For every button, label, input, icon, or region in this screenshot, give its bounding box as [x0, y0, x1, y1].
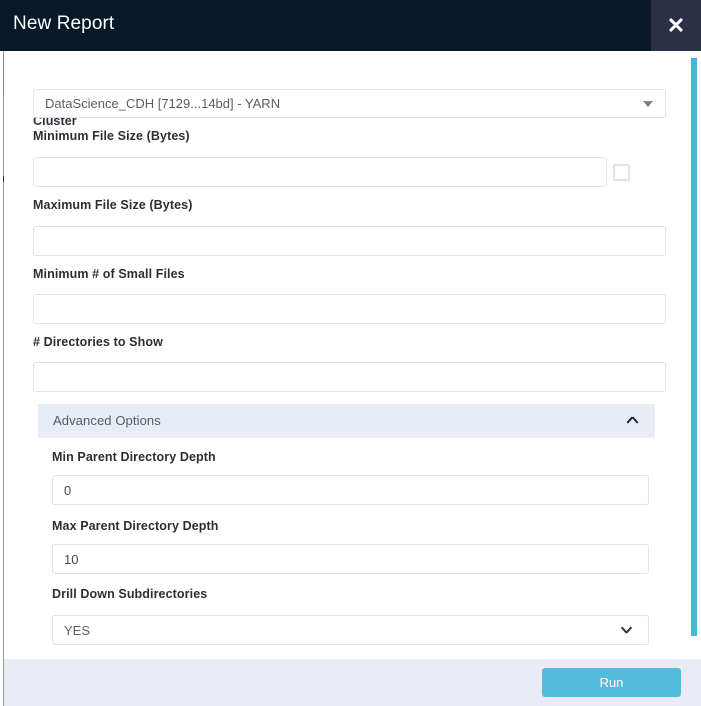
page-title: New Report	[13, 13, 115, 34]
drill-down-select[interactable]: YES	[52, 615, 649, 645]
max-file-size-input[interactable]	[33, 226, 666, 256]
advanced-options-toggle[interactable]: Advanced Options	[38, 404, 655, 438]
chevron-up-icon	[627, 417, 638, 424]
min-file-size-checkbox[interactable]	[613, 164, 630, 181]
min-file-size-input[interactable]	[33, 157, 607, 187]
min-small-files-label: Minimum # of Small Files	[33, 267, 185, 281]
modal-header: New Report ✕	[0, 0, 701, 51]
chevron-down-icon	[621, 627, 632, 634]
directories-to-show-input[interactable]	[33, 362, 666, 392]
caret-down-icon	[643, 100, 653, 107]
drill-down-select-value: YES	[64, 622, 91, 638]
min-parent-depth-label: Min Parent Directory Depth	[52, 450, 216, 464]
min-parent-depth-input[interactable]	[52, 475, 649, 505]
cluster-select-value: DataScience_CDH [7129...14bd] - YARN	[45, 96, 281, 111]
drill-down-label: Drill Down Subdirectories	[52, 587, 208, 601]
max-file-size-label: Maximum File Size (Bytes)	[33, 198, 193, 212]
new-report-modal: New Report ✕ Cluster DataScience_CDH [71…	[0, 0, 701, 706]
max-parent-depth-label: Max Parent Directory Depth	[52, 519, 219, 533]
min-file-size-label: Minimum File Size (Bytes)	[33, 129, 190, 143]
close-icon: ✕	[666, 12, 686, 38]
close-button[interactable]: ✕	[651, 0, 701, 51]
cluster-select[interactable]: DataScience_CDH [7129...14bd] - YARN	[33, 89, 666, 118]
modal-footer: Run	[4, 659, 701, 706]
min-small-files-input[interactable]	[33, 294, 666, 324]
scrollbar-thumb[interactable]	[691, 58, 697, 636]
advanced-options-label: Advanced Options	[53, 413, 161, 428]
directories-to-show-label: # Directories to Show	[33, 335, 163, 349]
max-parent-depth-input[interactable]	[52, 544, 649, 574]
run-button[interactable]: Run	[542, 668, 681, 697]
